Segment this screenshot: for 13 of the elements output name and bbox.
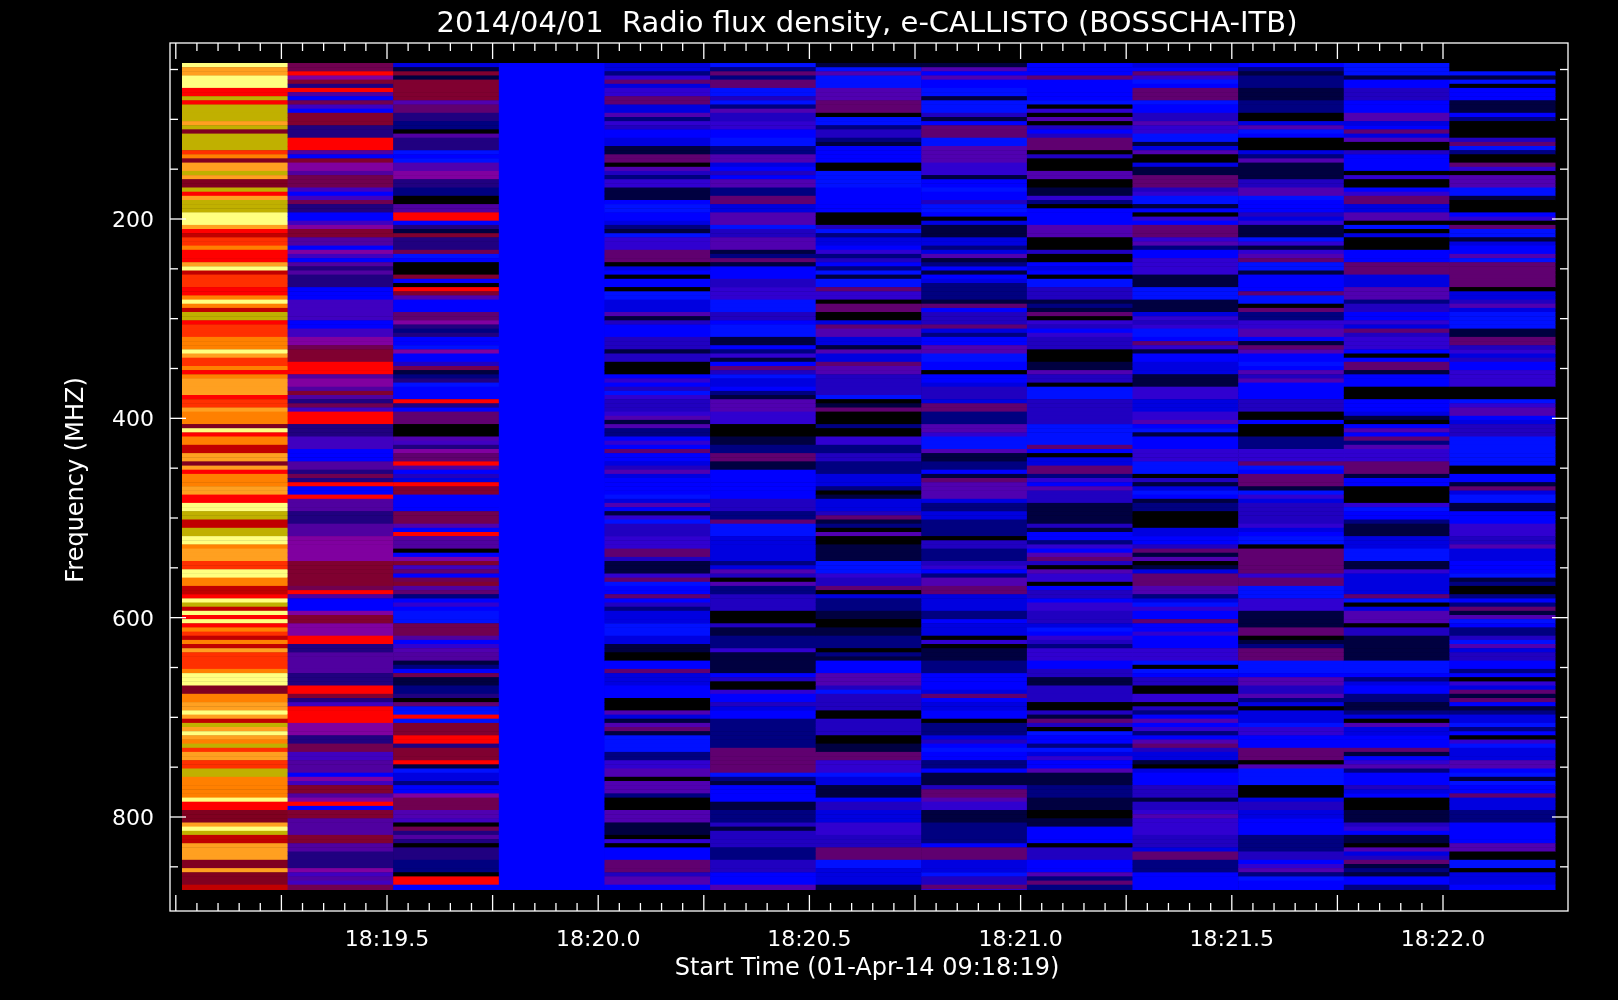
axis-tick-label: 800 [112,805,154,830]
axis-tick-label: 18:21.0 [978,926,1063,951]
axis-tick-label: 18:20.5 [767,926,852,951]
axis-tick-label: 18:20.0 [556,926,641,951]
axis-tick-label: 18:21.5 [1189,926,1274,951]
axis-tick-label: 600 [112,605,154,631]
axis-label: Start Time (01-Apr-14 09:18:19) [674,953,1060,981]
axis-tick-label: 18:22.0 [1400,926,1486,951]
axis-tick-label: 18:19.5 [344,926,430,951]
axis-label: Frequency (MHZ) [61,377,89,583]
chart-title: 2014/04/01 Radio flux density, e-CALLISTO (BOSSCHA-ITB) [436,5,1298,39]
axis-tick-label: 200 [112,207,154,232]
axis-tick-label: 400 [112,406,154,432]
